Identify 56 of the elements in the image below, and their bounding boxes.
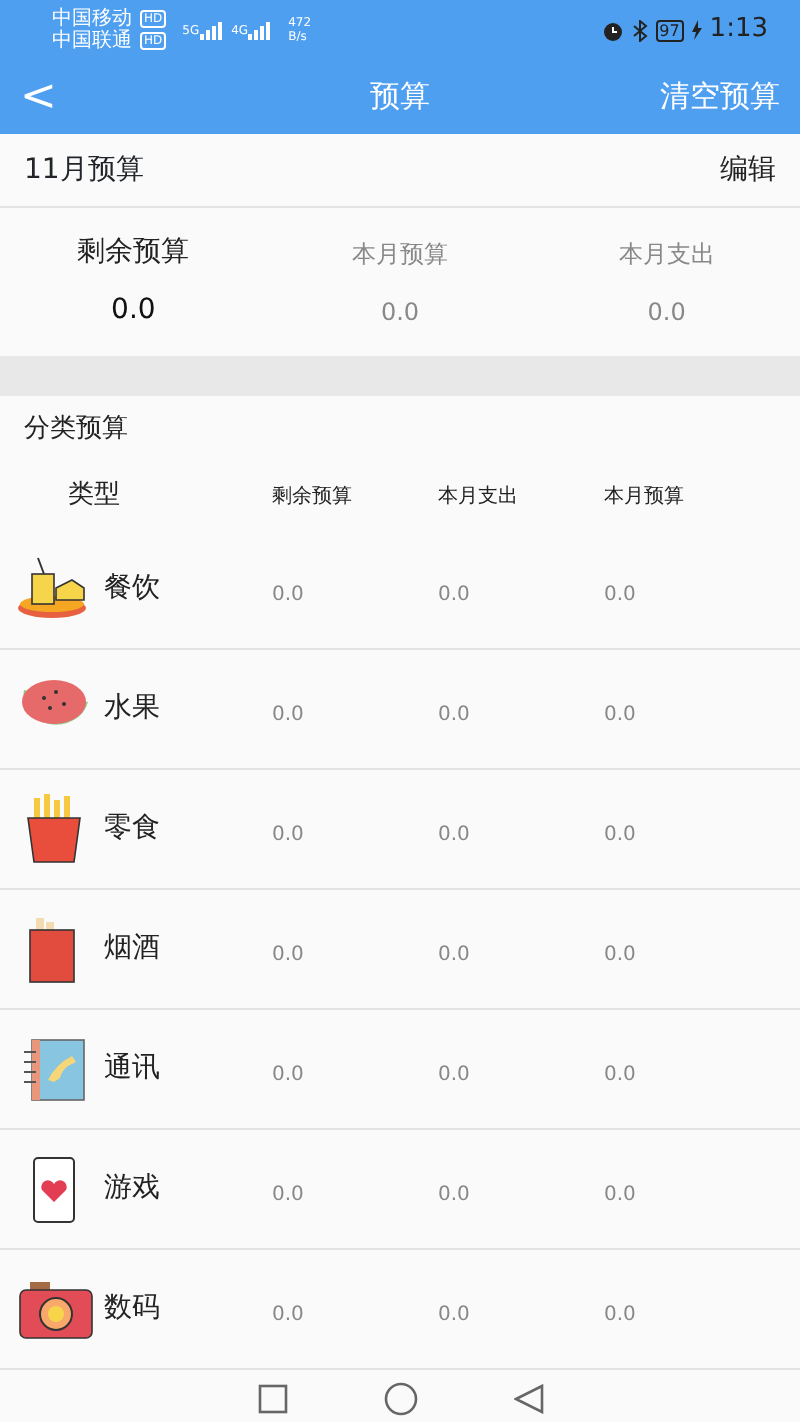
summary-value: 0.0 [111, 292, 156, 330]
table-cell: 0.0 [272, 583, 304, 605]
table-cell: 0.0 [604, 1303, 636, 1325]
clock-time: 1:13 [709, 12, 768, 49]
table-cell: 0.0 [438, 1063, 470, 1085]
table-cell: 0.0 [604, 703, 636, 725]
category-name: 零食 [104, 810, 160, 848]
battery-level: 97 [655, 19, 684, 41]
section-title: 分类预算 [24, 411, 128, 448]
signal-icon [248, 21, 273, 39]
summary-label: 剩余预算 [77, 234, 190, 272]
table-cell: 0.0 [438, 583, 470, 605]
table-cell: 0.0 [604, 1063, 636, 1085]
alarm-clock-icon [601, 19, 624, 41]
table-cell: 0.0 [438, 703, 470, 725]
square-nav-icon [257, 1384, 287, 1414]
table-cell: 0.0 [272, 1303, 304, 1325]
category-name: 餐饮 [104, 570, 160, 608]
summary-value: 0.0 [647, 295, 686, 329]
column-header: 本月预算 [604, 485, 684, 507]
table-cell: 0.0 [604, 1183, 636, 1205]
carrier-name: 中国联通 [52, 30, 132, 52]
home-circle-icon [383, 1382, 417, 1416]
carrier-name: 中国移动 [52, 8, 132, 30]
table-cell: 0.0 [438, 943, 470, 965]
edit-button[interactable]: 编辑 [720, 149, 776, 191]
column-header: 剩余预算 [272, 485, 352, 507]
table-cell: 0.0 [604, 823, 636, 845]
back-button[interactable]: < [0, 75, 77, 119]
table-cell: 0.0 [438, 823, 470, 845]
back-triangle-icon [513, 1384, 543, 1414]
category-name: 烟酒 [104, 930, 160, 968]
column-header: 本月支出 [438, 485, 518, 507]
table-cell: 0.0 [438, 1183, 470, 1205]
month-budget-title: 11月预算 [24, 151, 144, 189]
table-cell: 0.0 [272, 1063, 304, 1085]
column-header: 类型 [68, 480, 120, 511]
table-cell: 0.0 [272, 703, 304, 725]
bluetooth-icon [631, 19, 648, 41]
category-name: 水果 [104, 690, 160, 728]
table-cell: 0.0 [604, 583, 636, 605]
page-title: 预算 [370, 76, 430, 119]
summary-value: 0.0 [380, 295, 420, 329]
summary-label: 本月支出 [618, 237, 715, 271]
category-name: 通讯 [104, 1050, 160, 1088]
table-cell: 0.0 [272, 1183, 304, 1205]
table-cell: 0.0 [272, 823, 304, 845]
table-cell: 0.0 [604, 943, 636, 965]
category-name: 数码 [104, 1290, 160, 1328]
summary-label: 本月预算 [351, 237, 448, 271]
table-cell: 0.0 [272, 943, 304, 965]
clear-budget-button[interactable]: 清空预算 [660, 74, 800, 120]
signal-icon [199, 21, 224, 39]
table-cell: 0.0 [438, 1303, 470, 1325]
charging-bolt-icon [691, 20, 702, 40]
category-name: 游戏 [104, 1170, 160, 1208]
